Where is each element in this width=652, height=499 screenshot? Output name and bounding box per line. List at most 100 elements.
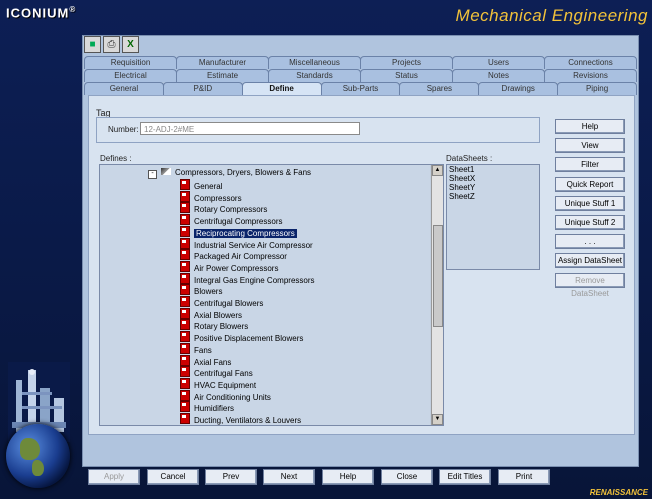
collapse-icon[interactable]: -: [148, 170, 157, 179]
tree-item-label: General: [194, 182, 223, 191]
close-button[interactable]: Close: [381, 469, 433, 485]
datasheet-item[interactable]: Sheet1: [447, 165, 539, 174]
datasheet-item[interactable]: SheetZ: [447, 192, 539, 201]
tab-notes[interactable]: Notes: [452, 69, 545, 82]
tree-item[interactable]: HVAC Equipment: [180, 377, 256, 390]
tree-item[interactable]: Humidifiers: [180, 401, 234, 413]
view-button[interactable]: View: [555, 138, 625, 154]
tab-requisition[interactable]: Requisition: [84, 56, 177, 69]
tab-manufacturer[interactable]: Manufacturer: [176, 56, 269, 69]
prev-button[interactable]: Prev: [205, 469, 257, 485]
apply-button[interactable]: Apply: [88, 469, 140, 485]
help-button[interactable]: Help: [322, 469, 374, 485]
assign-datasheet-button[interactable]: Assign DataSheet: [555, 253, 625, 269]
tab-p-id[interactable]: P&ID: [162, 82, 243, 95]
tree-item[interactable]: Fans: [180, 342, 212, 355]
tab-estimate[interactable]: Estimate: [176, 69, 269, 82]
tree-item-label: Compressors: [194, 193, 242, 203]
tab-miscellaneous[interactable]: Miscellaneous: [268, 56, 361, 69]
next-button[interactable]: Next: [263, 469, 315, 485]
tree-root-node[interactable]: - Compressors, Dryers, Blowers & Fans: [148, 167, 311, 179]
document-icon: [180, 307, 190, 319]
tree-item-label: Blowers: [194, 287, 223, 297]
print-button[interactable]: Print: [498, 469, 550, 485]
tree-item[interactable]: Packaged Air Compressor: [180, 249, 287, 261]
document-icon: [180, 331, 190, 343]
footer-brand: RENAISSANCE: [589, 488, 648, 497]
toolbar: ■ ⎙ X: [82, 35, 141, 55]
tab-revisions[interactable]: Revisions: [544, 69, 637, 82]
datasheets-list[interactable]: Sheet1 SheetX SheetY SheetZ: [446, 164, 540, 270]
tree-item-label: Fans: [194, 345, 212, 355]
tree-scrollbar[interactable]: ▲ ▼: [431, 165, 443, 425]
document-icon: [180, 413, 190, 424]
tab-electrical[interactable]: Electrical: [84, 69, 177, 82]
document-icon: [180, 342, 190, 354]
tree-item[interactable]: Industrial Service Air Compressor: [180, 237, 313, 250]
datasheet-item[interactable]: SheetX: [447, 174, 539, 183]
tree-item[interactable]: Air Power Compressors: [180, 260, 278, 273]
tab-piping[interactable]: Piping: [557, 82, 638, 95]
tree-item[interactable]: Axial Blowers: [180, 307, 243, 320]
tab-connections[interactable]: Connections: [544, 56, 637, 69]
tab-projects[interactable]: Projects: [360, 56, 453, 69]
help-button[interactable]: Help: [555, 119, 625, 134]
tab-spares[interactable]: Spares: [399, 82, 480, 95]
tree-item[interactable]: Air Conditioning Units: [180, 389, 271, 402]
scroll-up-icon[interactable]: ▲: [432, 165, 443, 176]
tree-item[interactable]: Reciprocating Compressors: [180, 225, 297, 238]
filter-button[interactable]: Filter: [555, 157, 625, 173]
more-button[interactable]: . . .: [555, 234, 625, 250]
document-icon: [180, 260, 190, 272]
datasheet-item[interactable]: SheetY: [447, 183, 539, 192]
scroll-thumb[interactable]: [433, 225, 443, 327]
edit-titles-button[interactable]: Edit Titles: [439, 469, 491, 485]
tag-number-field[interactable]: 12-ADJ-2#ME: [140, 122, 360, 135]
tree-item-label: Industrial Service Air Compressor: [194, 240, 313, 250]
tree-item[interactable]: Rotary Blowers: [180, 319, 248, 331]
tab-users[interactable]: Users: [452, 56, 545, 69]
tree-item[interactable]: Axial Fans: [180, 354, 231, 367]
document-icon: [180, 214, 190, 226]
tree-item[interactable]: Centrifugal Blowers: [180, 296, 264, 308]
scroll-down-icon[interactable]: ▼: [432, 414, 443, 425]
tree-item-label: Integral Gas Engine Compressors: [194, 275, 315, 285]
tab-general[interactable]: General: [84, 82, 164, 95]
tab-drawings[interactable]: Drawings: [478, 82, 559, 95]
tree-item[interactable]: Centrifugal Fans: [180, 366, 253, 378]
defines-label: Defines :: [100, 154, 132, 163]
document-icon: [180, 401, 190, 413]
number-label: Number:: [108, 125, 139, 134]
document-icon: [180, 179, 190, 190]
tab-sub-parts[interactable]: Sub-Parts: [320, 82, 401, 95]
print-icon[interactable]: ⎙: [103, 36, 120, 53]
tree-item-label: Ducting, Ventilators & Louvers: [194, 416, 302, 425]
tree-item[interactable]: Integral Gas Engine Compressors: [180, 272, 315, 285]
tree-item[interactable]: Ducting, Ventilators & Louvers: [180, 413, 302, 425]
document-icon: [180, 296, 190, 307]
tree-item[interactable]: Centrifugal Compressors: [180, 214, 282, 226]
cancel-button[interactable]: Cancel: [147, 469, 199, 485]
tab-status[interactable]: Status: [360, 69, 453, 82]
document-icon: [180, 366, 190, 378]
remove-datasheet-button[interactable]: Remove DataSheet: [555, 272, 625, 298]
chart-icon[interactable]: ■: [84, 36, 101, 53]
unique-stuff-2-button[interactable]: Unique Stuff 2: [555, 215, 625, 230]
excel-icon[interactable]: X: [122, 36, 139, 53]
document-icon: [180, 354, 190, 366]
tree-item-label: Axial Blowers: [194, 310, 243, 320]
tree-item[interactable]: Rotary Compressors: [180, 202, 267, 214]
tab-define[interactable]: Define: [241, 82, 322, 95]
quick-report-button[interactable]: Quick Report: [555, 176, 625, 192]
unique-stuff-1-button[interactable]: Unique Stuff 1: [555, 195, 625, 211]
datasheets-label: DataSheets :: [446, 154, 493, 163]
tree-item[interactable]: General: [180, 179, 223, 191]
tree-item-label: Positive Displacement Blowers: [194, 334, 304, 344]
tree-item[interactable]: Positive Displacement Blowers: [180, 331, 304, 344]
defines-tree[interactable]: - Compressors, Dryers, Blowers & Fans Gen…: [99, 164, 444, 426]
tree-item[interactable]: Blowers: [180, 284, 223, 297]
tree-item[interactable]: Compressors: [180, 190, 242, 203]
tree-item-label: Air Conditioning Units: [194, 392, 271, 402]
tree-item-label: Centrifugal Blowers: [194, 299, 264, 308]
tab-standards[interactable]: Standards: [268, 69, 361, 82]
